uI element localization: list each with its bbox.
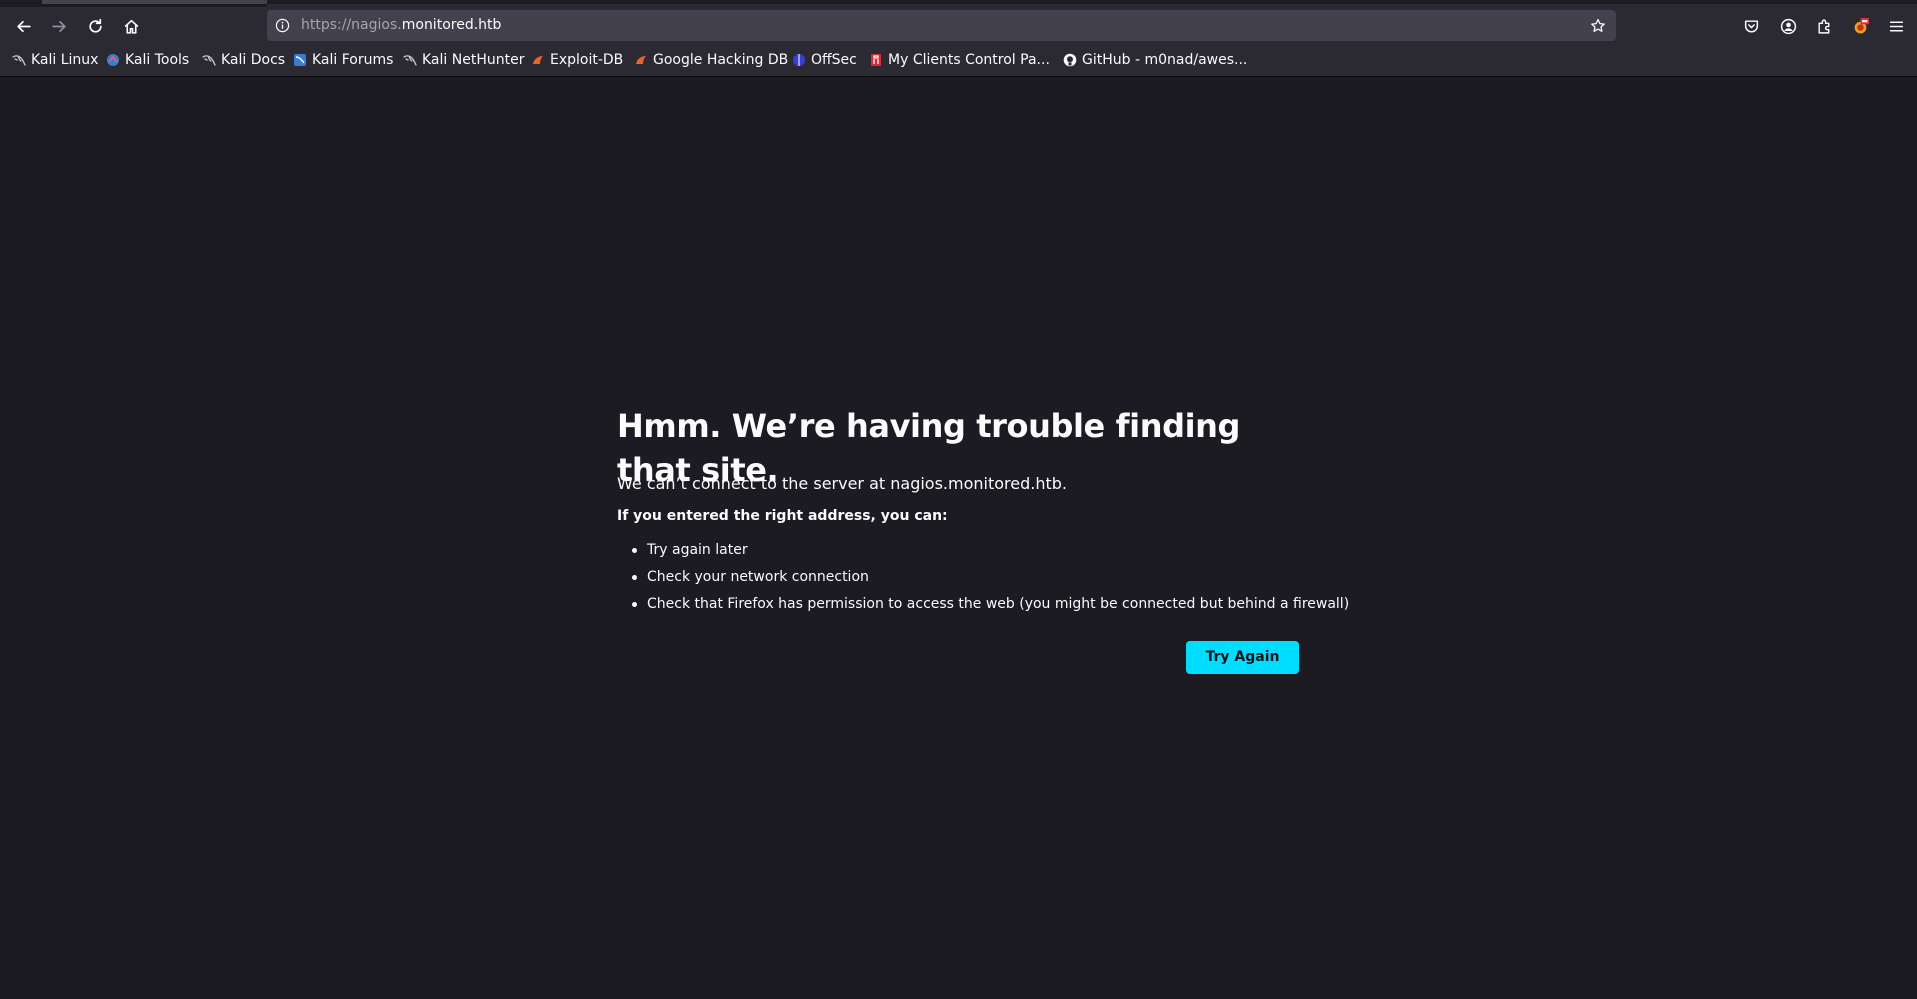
account-button[interactable] <box>1773 11 1803 41</box>
bookmark-github-m0nad[interactable]: GitHub - m0nad/awes... <box>1063 50 1247 70</box>
bookmark-label: My Clients Control Pa... <box>888 52 1050 68</box>
extension-icon <box>1854 17 1869 33</box>
bookmark-label: Exploit-DB <box>550 52 624 68</box>
url-bar[interactable]: https://nagios.monitored.htb <box>267 10 1616 41</box>
exploit-db-icon <box>634 53 648 67</box>
url-domain: monitored.htb <box>401 17 502 33</box>
kali-forums-icon <box>293 53 307 67</box>
puzzle-icon <box>1817 19 1829 34</box>
reload-button[interactable] <box>80 11 110 41</box>
bookmarks-toolbar: Kali Linux Kali Tools Kali Docs Kali For… <box>0 44 1917 77</box>
extensions-button[interactable] <box>1809 11 1839 41</box>
arrow-right-icon <box>51 20 66 32</box>
bookmark-label: Kali Forums <box>312 52 394 68</box>
reload-icon <box>88 18 102 33</box>
suggestion-heading: If you entered the right address, you ca… <box>617 508 948 524</box>
menu-button[interactable] <box>1881 11 1911 41</box>
active-tab[interactable] <box>42 0 267 4</box>
bookmark-offsec[interactable]: OffSec <box>792 50 857 70</box>
bookmark-label: GitHub - m0nad/awes... <box>1082 52 1248 68</box>
try-again-button[interactable]: Try Again <box>1186 641 1299 674</box>
url-text[interactable]: https://nagios.monitored.htb <box>301 16 501 35</box>
extension-button[interactable] <box>1845 11 1875 41</box>
arrow-left-icon <box>16 20 31 32</box>
bookmark-kali-docs[interactable]: Kali Docs <box>202 50 285 70</box>
exploit-db-icon <box>531 53 545 67</box>
bookmark-google-hacking-db[interactable]: Google Hacking DB <box>634 50 788 70</box>
info-icon[interactable] <box>273 16 292 35</box>
kali-dragon-icon <box>202 53 216 67</box>
kali-dragon-icon <box>403 53 417 67</box>
kali-dragon-icon <box>12 53 26 67</box>
page-content: Hmm. We’re having trouble finding that s… <box>0 77 1917 999</box>
bookmark-label: Kali NetHunter <box>422 52 525 68</box>
clients-panel-icon <box>869 53 883 67</box>
bookmark-exploit-db[interactable]: Exploit-DB <box>531 50 623 70</box>
bookmark-kali-linux[interactable]: Kali Linux <box>12 50 98 70</box>
bookmark-kali-forums[interactable]: Kali Forums <box>293 50 393 70</box>
bookmark-label: Kali Tools <box>125 52 190 68</box>
error-description: We can’t connect to the server at nagios… <box>617 474 1068 493</box>
suggestion-item: Check that Firefox has permission to acc… <box>632 591 1349 618</box>
back-button[interactable] <box>8 11 38 41</box>
offsec-icon <box>792 53 806 67</box>
home-button[interactable] <box>116 11 146 41</box>
suggestion-item: Try again later <box>632 537 1349 564</box>
kali-tools-icon <box>106 53 120 67</box>
account-icon <box>1780 18 1796 34</box>
navigation-toolbar: https://nagios.monitored.htb <box>0 7 1917 44</box>
home-icon <box>124 19 138 34</box>
suggestion-item: Check your network connection <box>632 564 1349 591</box>
bookmark-label: Kali Docs <box>221 52 286 68</box>
bookmark-star-icon[interactable] <box>1587 15 1608 36</box>
bookmark-my-clients-control-panel[interactable]: My Clients Control Pa... <box>869 50 1050 70</box>
bookmark-label: Kali Linux <box>31 52 99 68</box>
pocket-button[interactable] <box>1736 11 1766 41</box>
hamburger-menu-icon <box>1889 20 1903 32</box>
bookmark-kali-tools[interactable]: Kali Tools <box>106 50 189 70</box>
browser-window: https://nagios.monitored.htb Kali Linux … <box>0 0 1917 999</box>
bookmark-label: Google Hacking DB <box>653 52 789 68</box>
url-prefix: https://nagios. <box>301 17 402 33</box>
bookmark-label: OffSec <box>811 52 857 68</box>
bookmark-kali-nethunter[interactable]: Kali NetHunter <box>403 50 524 70</box>
suggestion-list: Try again later Check your network conne… <box>632 537 1349 618</box>
tab-strip <box>0 0 1917 7</box>
error-container: Hmm. We’re having trouble finding that s… <box>617 404 1349 674</box>
pocket-icon <box>1744 19 1758 33</box>
forward-button[interactable] <box>44 11 74 41</box>
github-icon <box>1063 53 1077 67</box>
